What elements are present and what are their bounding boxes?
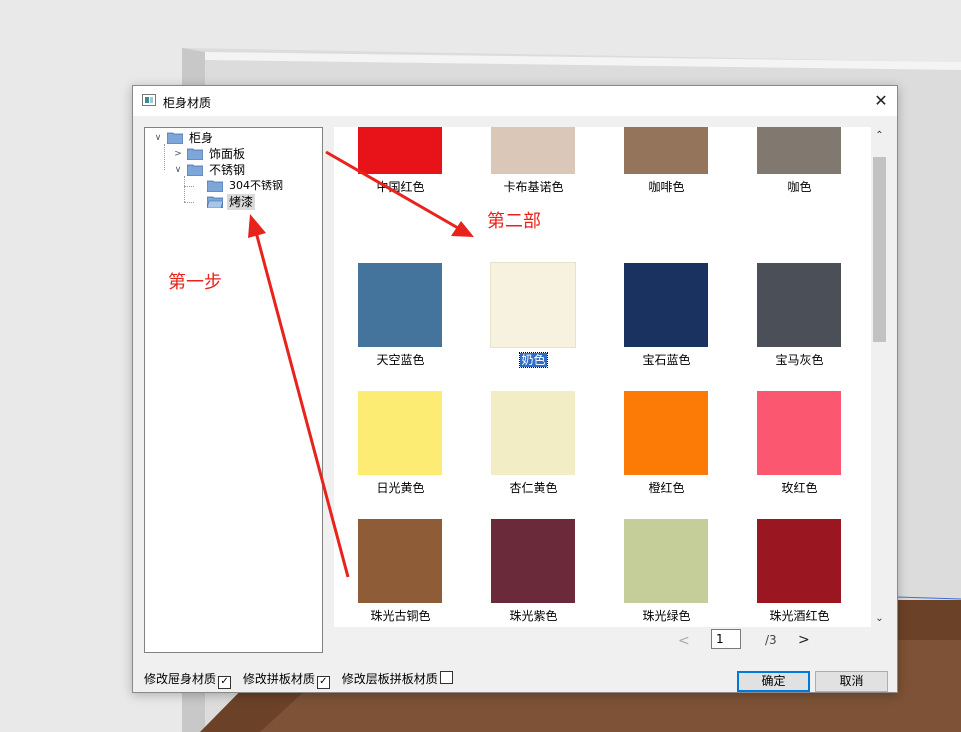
material-label: 杏仁黄色 xyxy=(509,481,558,495)
material-label: 珠光酒红色 xyxy=(769,609,830,623)
page-total: /3 xyxy=(765,633,777,647)
material-swatch[interactable] xyxy=(624,263,708,347)
material-item[interactable]: 宝石蓝色 xyxy=(600,255,733,383)
material-label: 卡布基诺色 xyxy=(503,180,564,194)
material-swatch[interactable] xyxy=(491,519,575,603)
folder-open-icon xyxy=(207,196,223,208)
material-label: 玫红色 xyxy=(781,481,818,495)
material-label: 珠光古铜色 xyxy=(370,609,431,623)
material-label: 天空蓝色 xyxy=(376,353,425,367)
material-swatch[interactable] xyxy=(757,391,841,475)
option-modify-drawer-material[interactable]: 修改屉身材质 ✓ xyxy=(144,670,232,689)
material-label: 宝马灰色 xyxy=(775,353,824,367)
option-modify-panel-material[interactable]: 修改拼板材质 ✓ xyxy=(243,670,330,689)
material-item[interactable]: 珠光紫色 xyxy=(467,511,600,627)
material-swatch[interactable] xyxy=(358,391,442,475)
material-swatch[interactable] xyxy=(757,127,841,174)
scroll-down-icon[interactable]: ⌄ xyxy=(871,610,888,627)
material-swatch[interactable] xyxy=(757,263,841,347)
annotation-step1: 第一步 xyxy=(168,272,222,293)
category-tree[interactable]: ∨ 柜身 > 饰面板 ∨ 不锈钢 304不锈钢 烤漆 xyxy=(144,127,323,653)
checkbox[interactable]: ✓ xyxy=(218,676,232,689)
scroll-thumb[interactable] xyxy=(873,157,886,342)
checkbox[interactable]: ✓ xyxy=(316,676,330,689)
material-item[interactable]: 卡布基诺色 xyxy=(467,127,600,255)
app-icon xyxy=(142,94,156,106)
expand-chevron-icon[interactable]: > xyxy=(173,146,183,162)
tree-node-label: 饰面板 xyxy=(209,147,246,161)
options-row: 修改屉身材质 ✓ 修改拼板材质 ✓ 修改层板拼板材质 xyxy=(144,670,461,689)
folder-icon xyxy=(167,132,183,144)
material-label: 咖色 xyxy=(787,180,812,194)
material-swatch[interactable] xyxy=(624,519,708,603)
material-swatch[interactable] xyxy=(358,519,442,603)
cancel-button[interactable]: 取消 xyxy=(815,671,888,692)
material-swatch[interactable] xyxy=(757,519,841,603)
material-label: 中国红色 xyxy=(376,180,425,194)
next-page-button[interactable]: > xyxy=(798,632,810,648)
scroll-up-icon[interactable]: ⌃ xyxy=(871,127,888,144)
option-label: 修改层板拼板材质 xyxy=(341,672,438,686)
material-item[interactable]: 玫红色 xyxy=(733,383,866,511)
material-label: 日光黄色 xyxy=(376,481,425,495)
material-label: 咖啡色 xyxy=(648,180,685,194)
material-label: 奶色 xyxy=(519,352,548,368)
tree-node-label: 304不锈钢 xyxy=(229,179,283,192)
material-label: 橙红色 xyxy=(648,481,685,495)
material-item[interactable]: 杏仁黄色 xyxy=(467,383,600,511)
material-item[interactable]: 咖啡色 xyxy=(600,127,733,255)
dialog-title: 柜身材质 xyxy=(163,96,212,110)
ok-button[interactable]: 确定 xyxy=(737,671,810,692)
material-item[interactable]: 宝马灰色 xyxy=(733,255,866,383)
option-label: 修改屉身材质 xyxy=(144,672,217,686)
folder-icon xyxy=(187,164,203,176)
folder-icon xyxy=(187,148,203,160)
material-item[interactable]: 橙红色 xyxy=(600,383,733,511)
material-swatch[interactable] xyxy=(624,127,708,174)
material-swatch[interactable] xyxy=(491,391,575,475)
material-item[interactable]: 奶色 xyxy=(467,255,600,383)
tree-node-label: 柜身 xyxy=(189,131,214,145)
option-modify-shelf-panel-material[interactable]: 修改层板拼板材质 xyxy=(342,670,453,687)
material-dialog: 柜身材质 ✕ ∨ 柜身 > 饰面板 ∨ 不锈钢 304不锈钢 烤漆 中国红色 卡… xyxy=(132,85,898,693)
material-item[interactable]: 天空蓝色 xyxy=(334,255,467,383)
material-swatch[interactable] xyxy=(491,127,575,174)
material-item[interactable]: 珠光古铜色 xyxy=(334,511,467,627)
vertical-scrollbar[interactable]: ⌃ ⌄ xyxy=(871,127,888,627)
folder-icon xyxy=(207,180,223,192)
tree-node-label: 不锈钢 xyxy=(209,163,246,177)
annotation-step2: 第二部 xyxy=(487,211,541,232)
page-number-input[interactable] xyxy=(711,629,741,649)
tree-node-label: 烤漆 xyxy=(227,194,256,210)
checkbox[interactable] xyxy=(439,671,453,684)
collapse-chevron-icon[interactable]: ∨ xyxy=(153,130,163,146)
material-item[interactable]: 珠光酒红色 xyxy=(733,511,866,627)
title-bar: 柜身材质 ✕ xyxy=(133,86,897,116)
prev-page-button[interactable]: < xyxy=(678,633,690,649)
material-swatch[interactable] xyxy=(490,262,576,348)
material-label: 珠光绿色 xyxy=(642,609,691,623)
collapse-chevron-icon[interactable]: ∨ xyxy=(173,162,183,178)
material-swatch[interactable] xyxy=(624,391,708,475)
material-item[interactable]: 咖色 xyxy=(733,127,866,255)
material-item[interactable]: 日光黄色 xyxy=(334,383,467,511)
material-swatch[interactable] xyxy=(358,263,442,347)
material-label: 珠光紫色 xyxy=(509,609,558,623)
material-item[interactable]: 中国红色 xyxy=(334,127,467,255)
material-label: 宝石蓝色 xyxy=(642,353,691,367)
close-button[interactable]: ✕ xyxy=(865,86,897,116)
material-item[interactable]: 珠光绿色 xyxy=(600,511,733,627)
option-label: 修改拼板材质 xyxy=(242,672,315,686)
material-swatch[interactable] xyxy=(358,127,442,174)
material-grid[interactable]: 中国红色 卡布基诺色 咖啡色 咖色天空蓝色 奶色 宝石蓝色 宝马灰色日光黄色 杏仁黄色 橙红色 玫… xyxy=(334,127,871,627)
